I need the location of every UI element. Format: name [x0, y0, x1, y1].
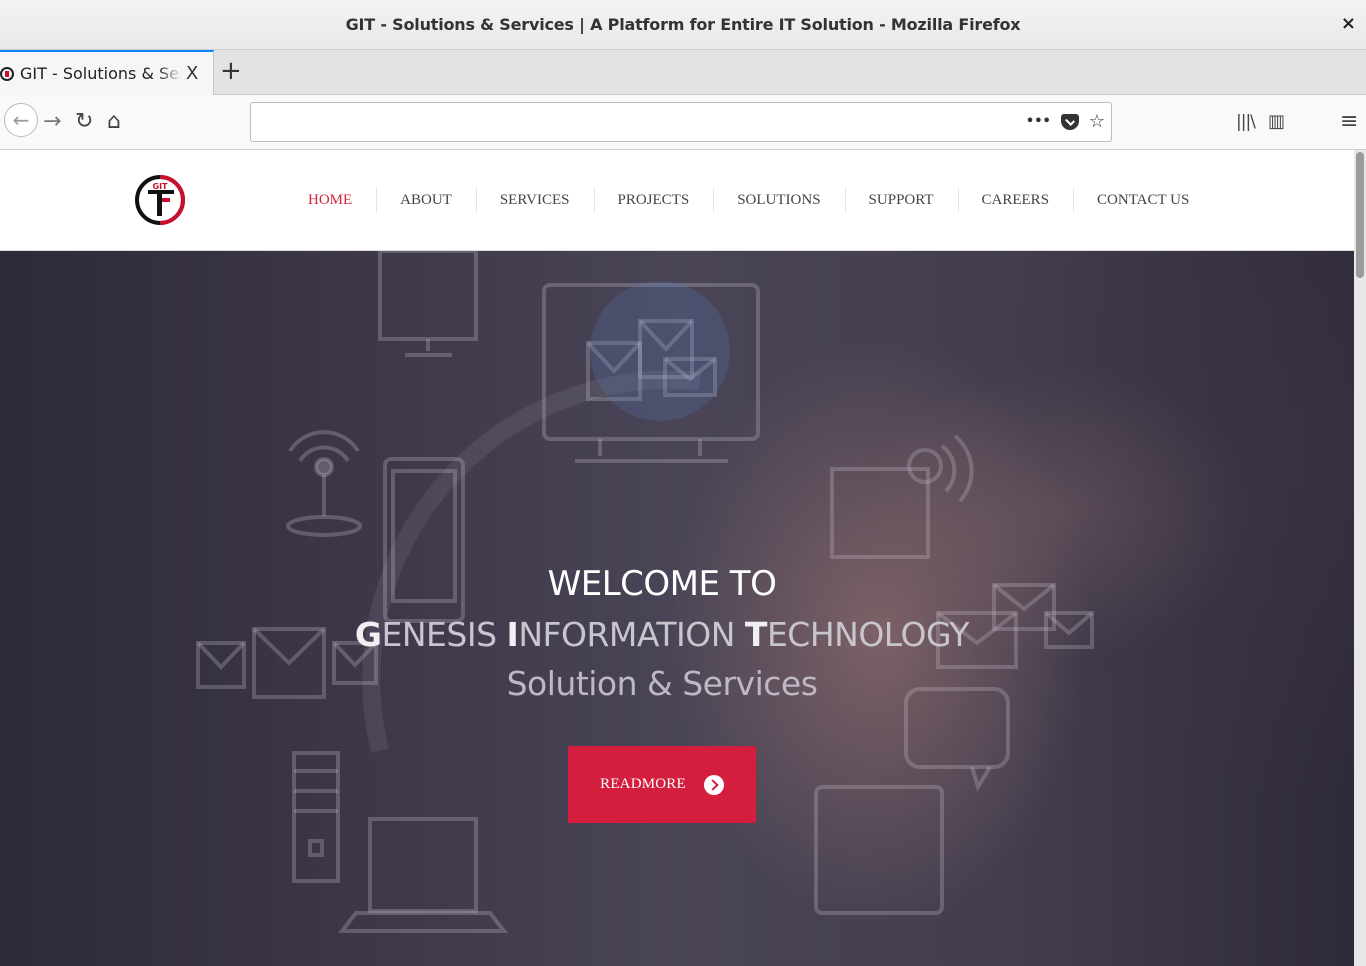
- url-bar[interactable]: ••• ☆: [250, 102, 1112, 142]
- menu-icon[interactable]: ≡: [1340, 109, 1358, 135]
- nav-services[interactable]: SERVICES: [475, 184, 594, 216]
- git-logo[interactable]: GIT: [133, 166, 187, 234]
- page-actions-icon[interactable]: •••: [1026, 114, 1051, 129]
- window-close-button[interactable]: ×: [1341, 13, 1356, 34]
- nav-support[interactable]: SUPPORT: [844, 184, 958, 216]
- nav-careers[interactable]: CAREERS: [957, 184, 1074, 216]
- chevron-right-circle-icon: [703, 774, 724, 795]
- navigation-toolbar: ← → ↻ ⌂ ••• ☆ |||\ ▥ ≡: [0, 95, 1366, 150]
- hero-welcome: WELCOME TO: [547, 564, 777, 604]
- nav-about[interactable]: ABOUT: [376, 184, 476, 216]
- svg-text:GIT: GIT: [153, 182, 169, 191]
- back-button[interactable]: ←: [4, 103, 38, 137]
- site-header: GIT HOME ABOUT SERVICES PROJECTS SOLUTIO…: [0, 150, 1354, 251]
- home-button[interactable]: ⌂: [107, 109, 121, 135]
- nav-home[interactable]: HOME: [284, 184, 376, 216]
- bookmark-star-icon[interactable]: ☆: [1089, 111, 1105, 132]
- reload-button[interactable]: ↻: [75, 109, 93, 135]
- site-favicon-icon: [0, 66, 14, 81]
- tablet-icon: [814, 785, 944, 915]
- company-word-rest-3: ECHNOLOGY: [766, 615, 970, 654]
- company-word-rest-1: ENESIS: [381, 615, 498, 654]
- pocket-icon[interactable]: [1060, 113, 1079, 130]
- company-initial-g: G: [354, 615, 382, 654]
- company-word-rest-2: NFORMATION: [518, 615, 735, 654]
- laptop-icon: [368, 817, 478, 913]
- url-input[interactable]: [261, 103, 1021, 141]
- hero-company-name: GENESIS INFORMATION TECHNOLOGY: [0, 609, 1324, 661]
- window-titlebar: GIT - Solutions & Services | A Platform …: [0, 0, 1366, 50]
- new-tab-button[interactable]: +: [220, 58, 242, 84]
- readmore-button[interactable]: READMORE: [568, 746, 756, 823]
- wifi-device-icon: [830, 467, 930, 559]
- forward-button[interactable]: →: [43, 109, 61, 135]
- hero-banner: WELCOME TO GENESIS INFORMATION TECHNOLOG…: [0, 251, 1354, 966]
- company-initial-t: T: [744, 615, 768, 654]
- sidebar-icon[interactable]: ▥: [1268, 109, 1285, 135]
- nav-contact-us[interactable]: CONTACT US: [1073, 184, 1213, 216]
- tab-label: GIT - Solutions & Services | A Platform …: [20, 64, 182, 83]
- tab-git-solutions[interactable]: GIT - Solutions & Services | A Platform …: [0, 50, 214, 95]
- tab-close-icon[interactable]: X: [186, 63, 198, 84]
- readmore-label: READMORE: [600, 776, 686, 792]
- nav-projects[interactable]: PROJECTS: [593, 184, 714, 216]
- hero-text-block: WELCOME TO GENESIS INFORMATION TECHNOLOG…: [0, 561, 1324, 707]
- page-scrollbar[interactable]: [1354, 150, 1366, 966]
- scrollbar-thumb[interactable]: [1356, 152, 1364, 278]
- company-initial-i: I: [506, 615, 519, 654]
- tab-strip: GIT - Solutions & Services | A Platform …: [0, 50, 1366, 95]
- monitor-left-icon: [378, 251, 478, 341]
- nav-solutions[interactable]: SOLUTIONS: [713, 184, 844, 216]
- window-title: GIT - Solutions & Services | A Platform …: [345, 15, 1021, 34]
- hero-tagline: Solution & Services: [506, 664, 818, 703]
- library-icon[interactable]: |||\: [1236, 109, 1256, 135]
- main-nav: HOME ABOUT SERVICES PROJECTS SOLUTIONS S…: [284, 184, 1213, 216]
- web-page: GIT HOME ABOUT SERVICES PROJECTS SOLUTIO…: [0, 150, 1354, 966]
